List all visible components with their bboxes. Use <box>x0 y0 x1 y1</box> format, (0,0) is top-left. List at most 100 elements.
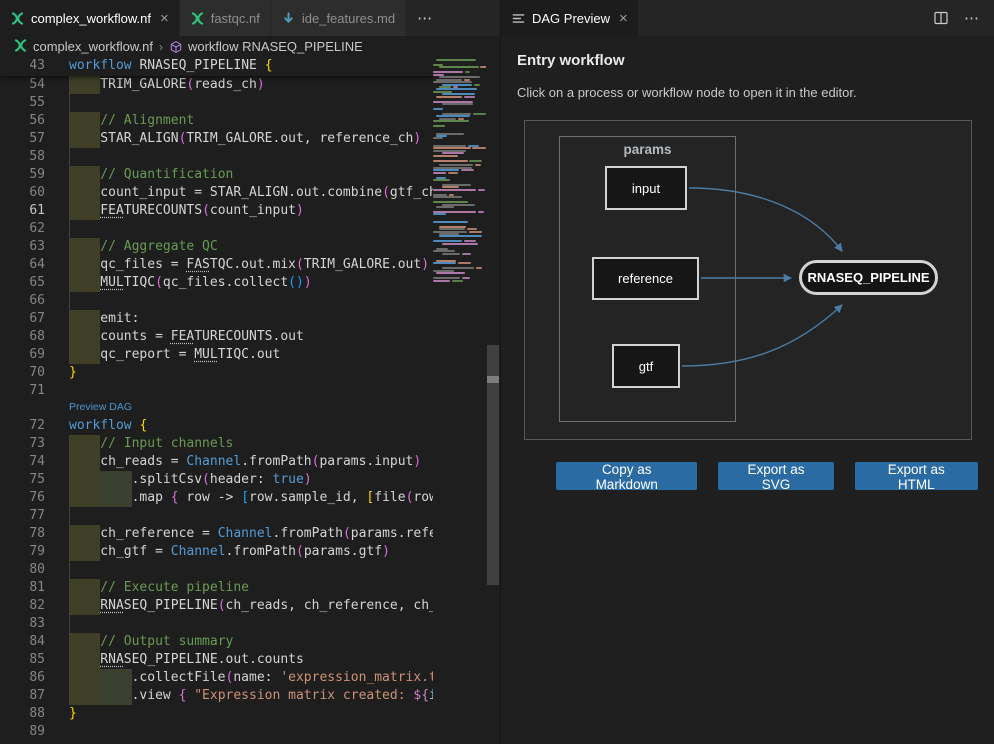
breadcrumb-symbol[interactable]: workflow RNASEQ_PIPELINE <box>188 39 363 54</box>
code-line[interactable]: 79ch_gtf = Channel.fromPath(params.gtf) <box>0 543 433 561</box>
line-number: 79 <box>0 543 45 561</box>
line-number: 77 <box>0 507 45 525</box>
line-number: 64 <box>0 256 45 274</box>
line-number: 82 <box>0 597 45 615</box>
nextflow-icon <box>13 38 28 56</box>
code-line[interactable]: 57STAR_ALIGN(TRIM_GALORE.out, reference_… <box>0 130 433 148</box>
chevron-right-icon: › <box>159 40 163 54</box>
panel-actions: ⋯ <box>933 0 994 36</box>
line-number: 74 <box>0 453 45 471</box>
export-html-button[interactable]: Export as HTML <box>855 462 978 490</box>
node-input[interactable]: input <box>605 166 687 210</box>
line-number: 43 <box>0 57 45 75</box>
line-number: 72 <box>0 417 45 435</box>
breadcrumb-file[interactable]: complex_workflow.nf <box>33 39 153 54</box>
code-line[interactable]: 56// Alignment <box>0 112 433 130</box>
line-number: 69 <box>0 346 45 364</box>
code-line[interactable]: 64qc_files = FASTQC.out.mix(TRIM_GALORE.… <box>0 256 433 274</box>
line-number: 75 <box>0 471 45 489</box>
copy-markdown-button[interactable]: Copy as Markdown <box>556 462 697 490</box>
code-line[interactable]: 66 <box>0 292 433 310</box>
code-line[interactable]: 76.map { row -> [row.sample_id, [file(ro… <box>0 489 433 507</box>
more-tabs-icon[interactable]: ⋯ <box>406 0 444 36</box>
code-line[interactable]: 78ch_reference = Channel.fromPath(params… <box>0 525 433 543</box>
panel-content: Entry workflow Click on a process or wor… <box>501 36 994 744</box>
overview-ruler-marker <box>487 376 499 383</box>
code-line[interactable]: 54TRIM_GALORE(reads_ch) <box>0 76 433 94</box>
line-number: 81 <box>0 579 45 597</box>
more-actions-icon[interactable]: ⋯ <box>964 9 980 27</box>
tab-dag-preview[interactable]: DAG Preview × <box>501 0 638 36</box>
code-line[interactable]: 74ch_reads = Channel.fromPath(params.inp… <box>0 453 433 471</box>
line-number: 66 <box>0 292 45 310</box>
code-line[interactable]: 60count_input = STAR_ALIGN.out.combine(g… <box>0 184 433 202</box>
code-editor[interactable]: 54TRIM_GALORE(reads_ch)5556// Alignment5… <box>0 57 500 744</box>
node-rnaseq-pipeline[interactable]: RNASEQ_PIPELINE <box>799 260 938 295</box>
code-line[interactable]: 73// Input channels <box>0 435 433 453</box>
breadcrumb: complex_workflow.nf › workflow RNASEQ_PI… <box>0 36 500 57</box>
line-number: 62 <box>0 220 45 238</box>
export-buttons: Copy as Markdown Export as SVG Export as… <box>556 462 978 490</box>
line-number: 73 <box>0 435 45 453</box>
panel-description: Click on a process or workflow node to o… <box>517 85 978 100</box>
code-line[interactable]: 81// Execute pipeline <box>0 579 433 597</box>
tab-ide-features[interactable]: ide_features.md <box>271 0 405 36</box>
line-number: 65 <box>0 274 45 292</box>
code-lines: 54TRIM_GALORE(reads_ch)5556// Alignment5… <box>0 57 433 741</box>
code-line[interactable]: 55 <box>0 94 433 112</box>
code-line[interactable]: 70} <box>0 364 433 382</box>
codelens-preview-dag[interactable]: Preview DAG <box>0 400 433 417</box>
code-line[interactable]: 75.splitCsv(header: true) <box>0 471 433 489</box>
code-line[interactable]: 65MULTIQC(qc_files.collect()) <box>0 274 433 292</box>
line-number: 89 <box>0 723 45 741</box>
symbol-cube-icon <box>169 40 183 54</box>
code-line[interactable]: 82RNASEQ_PIPELINE(ch_reads, ch_reference… <box>0 597 433 615</box>
code-line[interactable]: 43workflow RNASEQ_PIPELINE { <box>0 57 433 75</box>
split-editor-icon[interactable] <box>933 10 949 26</box>
code-line[interactable]: 69qc_report = MULTIQC.out <box>0 346 433 364</box>
vscode-window: complex_workflow.nf × fastqc.nf ide_feat… <box>0 0 994 744</box>
line-number: 70 <box>0 364 45 382</box>
line-number: 85 <box>0 651 45 669</box>
code-line[interactable]: 85RNASEQ_PIPELINE.out.counts <box>0 651 433 669</box>
scrollbar[interactable] <box>486 57 500 744</box>
line-number: 83 <box>0 615 45 633</box>
line-number: 57 <box>0 130 45 148</box>
code-line[interactable]: 87.view { "Expression matrix created: ${… <box>0 687 433 705</box>
code-line[interactable]: 58 <box>0 148 433 166</box>
code-line[interactable]: 89 <box>0 723 433 741</box>
code-line[interactable]: 84// Output summary <box>0 633 433 651</box>
tab-label: ide_features.md <box>302 11 395 26</box>
node-gtf[interactable]: gtf <box>612 344 680 388</box>
tab-label: fastqc.nf <box>211 11 260 26</box>
tab-label: DAG Preview <box>532 11 610 26</box>
tab-complex-workflow[interactable]: complex_workflow.nf × <box>0 0 179 36</box>
code-line[interactable]: 80 <box>0 561 433 579</box>
code-line[interactable]: 71 <box>0 382 433 400</box>
code-line[interactable]: 61FEATURECOUNTS(count_input) <box>0 202 433 220</box>
code-line[interactable]: 77 <box>0 507 433 525</box>
line-number: 61 <box>0 202 45 220</box>
sticky-header[interactable]: 43workflow RNASEQ_PIPELINE { <box>0 57 433 76</box>
line-number: 88 <box>0 705 45 723</box>
line-number: 86 <box>0 669 45 687</box>
close-icon[interactable]: × <box>160 11 169 26</box>
code-line[interactable]: 86.collectFile(name: 'expression_matrix.… <box>0 669 433 687</box>
code-line[interactable]: 72workflow { <box>0 417 433 435</box>
code-line[interactable]: 67emit: <box>0 310 433 328</box>
line-number: 59 <box>0 166 45 184</box>
code-line[interactable]: 59// Quantification <box>0 166 433 184</box>
close-icon[interactable]: × <box>619 11 628 26</box>
minimap[interactable] <box>431 57 486 292</box>
code-line[interactable]: 62 <box>0 220 433 238</box>
code-line[interactable]: 68counts = FEATURECOUNTS.out <box>0 328 433 346</box>
node-reference[interactable]: reference <box>592 257 699 300</box>
line-number: 71 <box>0 382 45 400</box>
line-number: 56 <box>0 112 45 130</box>
code-line[interactable]: 83 <box>0 615 433 633</box>
export-svg-button[interactable]: Export as SVG <box>718 462 833 490</box>
code-line[interactable]: 63// Aggregate QC <box>0 238 433 256</box>
code-area[interactable]: 54TRIM_GALORE(reads_ch)5556// Alignment5… <box>0 57 433 744</box>
code-line[interactable]: 88} <box>0 705 433 723</box>
tab-fastqc[interactable]: fastqc.nf <box>180 0 270 36</box>
